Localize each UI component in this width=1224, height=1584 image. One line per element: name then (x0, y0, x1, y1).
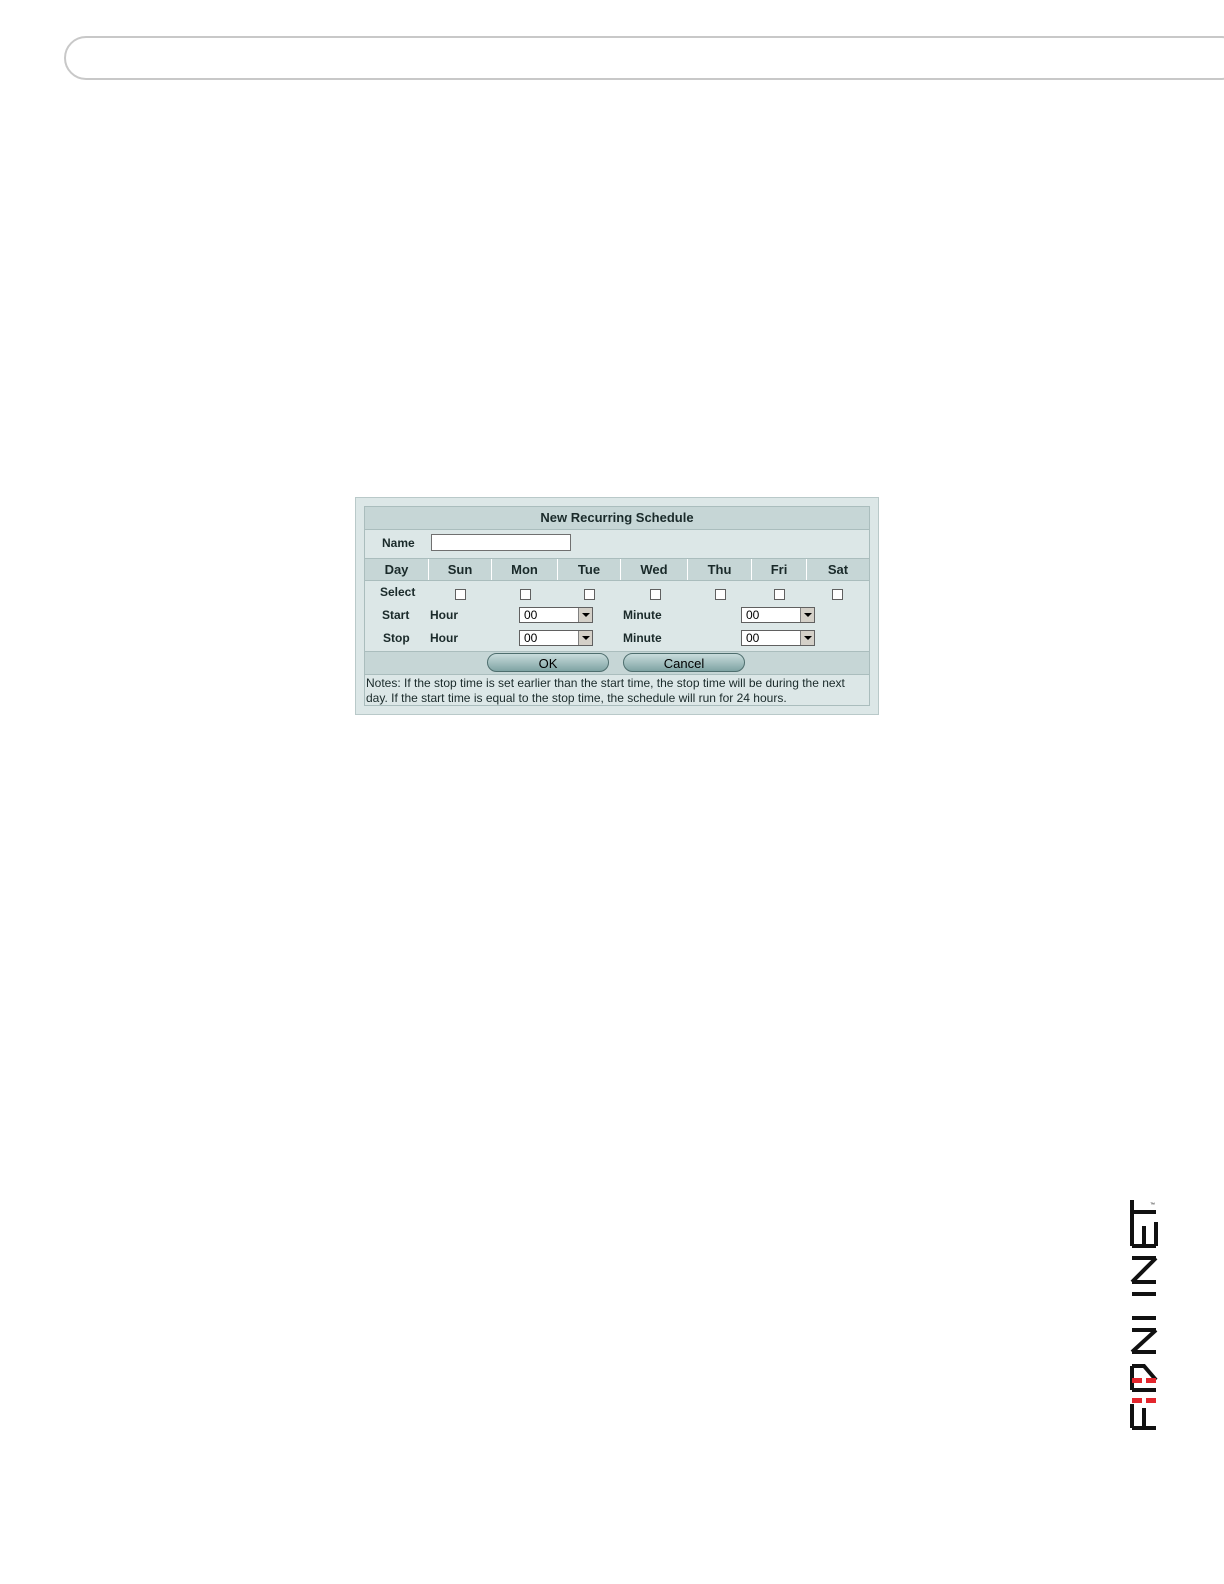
header-bar (64, 36, 1224, 80)
day-header-row: Day Sun Mon Tue Wed Thu Fri Sat (365, 558, 869, 581)
fortinet-logo: ™ (1130, 1200, 1158, 1430)
stop-minute-select[interactable]: 00 (741, 630, 815, 646)
dialog-title: New Recurring Schedule (365, 507, 869, 530)
stop-label: Stop (383, 631, 410, 645)
cancel-button[interactable]: Cancel (623, 653, 745, 672)
checkbox-mon[interactable] (520, 589, 531, 600)
day-fri: Fri (752, 559, 807, 580)
day-label: Day (365, 559, 429, 580)
day-sun: Sun (429, 559, 492, 580)
start-hour-label: Hour (430, 608, 458, 622)
start-minute-value: 00 (746, 608, 760, 622)
name-input[interactable] (431, 534, 571, 551)
checkbox-thu[interactable] (715, 589, 726, 600)
checkbox-tue[interactable] (584, 589, 595, 600)
dialog-frame: New Recurring Schedule Name Day Sun Mon … (364, 506, 870, 706)
chevron-down-icon[interactable] (800, 608, 814, 622)
ok-button[interactable]: OK (487, 653, 609, 672)
button-row: OK Cancel (365, 651, 869, 675)
start-label: Start (382, 608, 410, 622)
recurring-schedule-dialog: New Recurring Schedule Name Day Sun Mon … (355, 497, 879, 715)
start-minute-select[interactable]: 00 (741, 607, 815, 623)
chevron-down-icon[interactable] (800, 631, 814, 645)
start-hour-value: 00 (524, 608, 538, 622)
stop-hour-select[interactable]: 00 (519, 630, 593, 646)
stop-hour-label: Hour (430, 631, 458, 645)
start-hour-select[interactable]: 00 (519, 607, 593, 623)
day-wed: Wed (621, 559, 688, 580)
checkbox-sun[interactable] (455, 589, 466, 600)
schedule-notes: Notes: If the stop time is set earlier t… (366, 676, 845, 705)
start-minute-label: Minute (623, 608, 662, 622)
day-tue: Tue (558, 559, 621, 580)
chevron-down-icon[interactable] (578, 631, 592, 645)
stop-hour-value: 00 (524, 631, 538, 645)
checkbox-fri[interactable] (774, 589, 785, 600)
stop-minute-value: 00 (746, 631, 760, 645)
day-sat: Sat (827, 562, 849, 577)
svg-text:™: ™ (1150, 1202, 1155, 1208)
name-label: Name (382, 536, 415, 550)
chevron-down-icon[interactable] (578, 608, 592, 622)
day-thu: Thu (688, 559, 752, 580)
checkbox-wed[interactable] (650, 589, 661, 600)
day-mon: Mon (492, 559, 558, 580)
stop-minute-label: Minute (623, 631, 662, 645)
checkbox-sat[interactable] (832, 589, 843, 600)
select-label: Select (380, 585, 416, 599)
